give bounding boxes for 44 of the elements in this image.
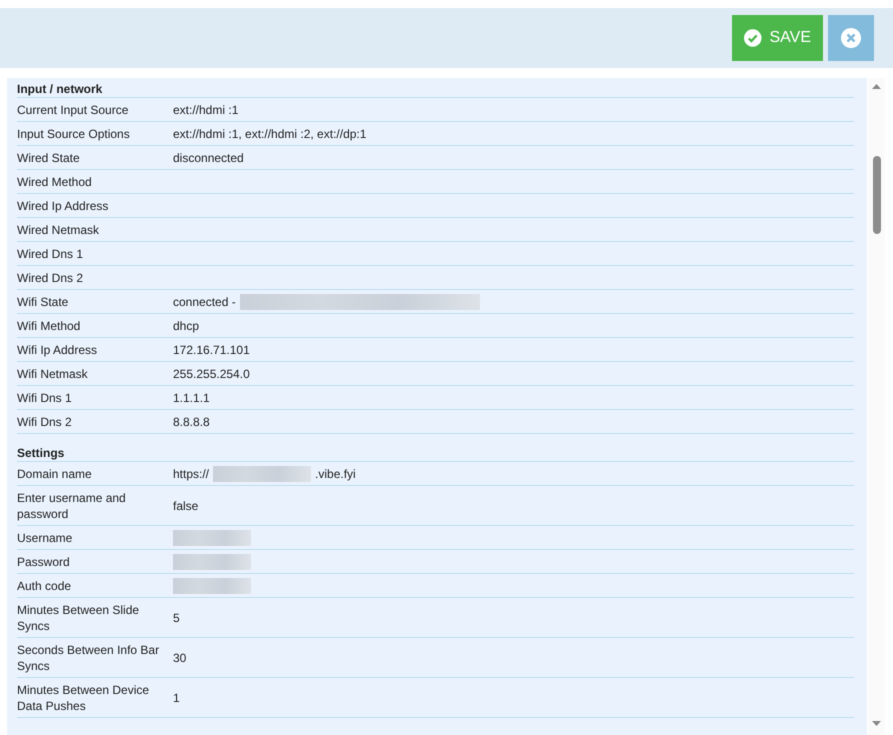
field-label: Input Source Options bbox=[17, 126, 131, 142]
field-label: Wired Method bbox=[17, 174, 93, 190]
section-heading: Input / network bbox=[17, 78, 854, 98]
field-value: disconnected bbox=[173, 150, 244, 166]
field-label: Wifi Method bbox=[17, 318, 82, 334]
checkmark-icon bbox=[744, 28, 762, 48]
field-value: 1 bbox=[173, 690, 180, 706]
field-label: Password bbox=[17, 554, 71, 570]
scrollbar[interactable] bbox=[868, 78, 885, 735]
field-label: Wifi Netmask bbox=[17, 366, 89, 382]
field-value: .vibe.fyi bbox=[315, 466, 356, 482]
field-label: Username bbox=[17, 530, 74, 546]
field-label: Wifi Ip Address bbox=[17, 342, 98, 358]
field-value: 8.8.8.8 bbox=[173, 414, 210, 430]
section-heading: Settings bbox=[17, 434, 854, 462]
field-value: ext://hdmi :1 bbox=[173, 102, 238, 118]
field-value: ext://hdmi :1, ext://hdmi :2, ext://dp:1 bbox=[173, 126, 366, 142]
field-label: Enter username and password bbox=[17, 490, 127, 522]
field-label: Wired Netmask bbox=[17, 222, 100, 238]
field-label: Wifi State bbox=[17, 294, 70, 310]
save-button[interactable]: SAVE bbox=[732, 15, 823, 61]
field-value: 30 bbox=[173, 650, 186, 666]
field-value: 255.255.254.0 bbox=[173, 366, 250, 382]
field-value: false bbox=[173, 498, 198, 514]
field-label: Domain name bbox=[17, 466, 93, 482]
field-label: Minutes Between Device Data Pushes bbox=[17, 682, 150, 714]
field-label: Wifi Dns 2 bbox=[17, 414, 73, 430]
field-label: Wired State bbox=[17, 150, 81, 166]
close-button[interactable] bbox=[828, 15, 874, 61]
field-label: Minutes Between Slide Syncs bbox=[17, 602, 140, 634]
field-label: Seconds Between Info Bar Syncs bbox=[17, 642, 160, 674]
field-value: connected - bbox=[173, 294, 236, 310]
field-value: https:// bbox=[173, 466, 210, 482]
field-label: Wired Dns 2 bbox=[17, 270, 84, 286]
field-value: 172.16.71.101 bbox=[173, 342, 250, 358]
field-label: Wired Ip Address bbox=[17, 198, 110, 214]
field-label: Current Input Source bbox=[17, 102, 130, 118]
field-label: Wired Dns 1 bbox=[17, 246, 84, 262]
close-icon bbox=[841, 28, 861, 48]
field-label: Auth code bbox=[17, 578, 72, 594]
field-value: 5 bbox=[173, 610, 180, 626]
field-value: 1.1.1.1 bbox=[173, 390, 210, 406]
field-label: Wifi Dns 1 bbox=[17, 390, 73, 406]
field-value: dhcp bbox=[173, 318, 200, 334]
